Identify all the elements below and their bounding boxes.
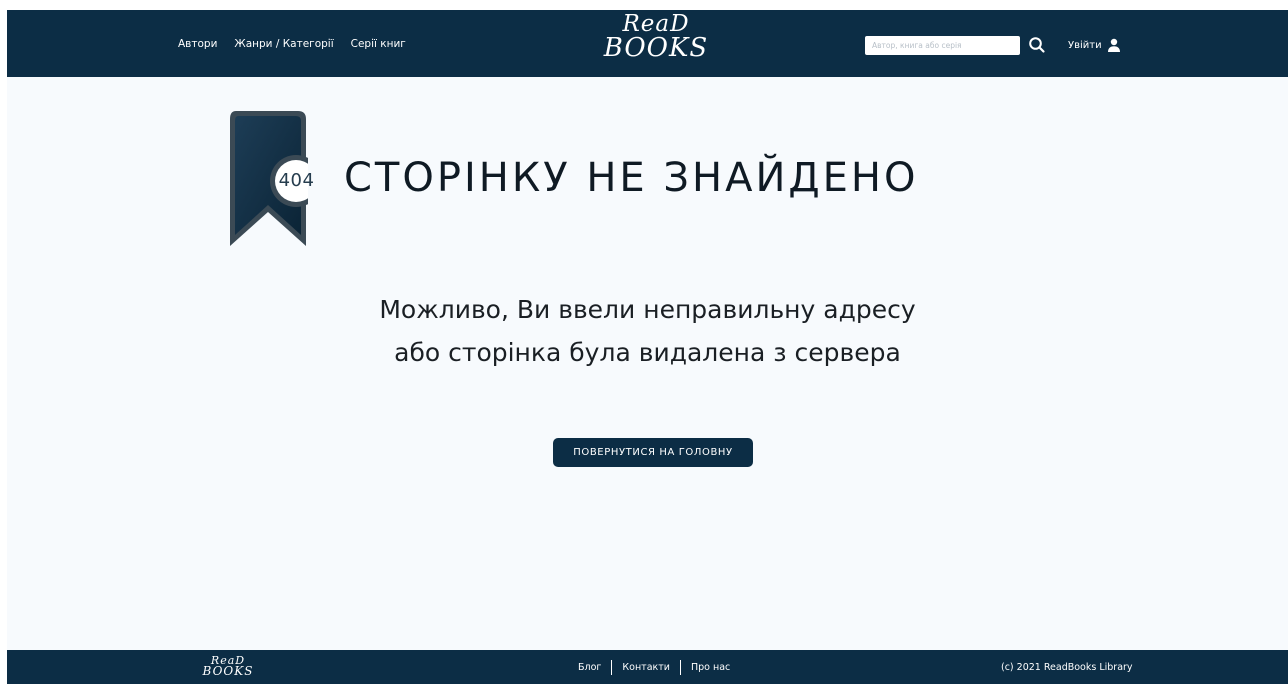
divider <box>611 659 613 675</box>
logo-line-2: BOOKS <box>603 32 709 63</box>
footer-link-blog[interactable]: Блог <box>578 662 601 673</box>
nav-link-authors[interactable]: Автори <box>178 38 217 50</box>
divider <box>679 659 681 675</box>
nav-link-series[interactable]: Серії книг <box>351 38 406 50</box>
user-icon <box>1107 38 1120 52</box>
back-to-home-button[interactable]: ПОВЕРНУТИСЯ НА ГОЛОВНУ <box>553 438 753 467</box>
copyright-text: (c) 2021 ReadBooks Library <box>1001 661 1133 673</box>
footer-links: Блог Контакти Про нас <box>578 650 730 684</box>
top-navbar: Автори Жанри / Категорії Серії книг ReaD… <box>7 10 1288 77</box>
footer-logo-line-2: BOOKS <box>202 664 254 679</box>
login-label: Увійти <box>1068 39 1102 51</box>
footer-logo[interactable]: ReaD BOOKS <box>202 655 254 679</box>
error-message-line-2: або сторінка була видалена з сервера <box>394 338 901 367</box>
main-nav: Автори Жанри / Категорії Серії книг <box>178 10 423 77</box>
search-input[interactable] <box>865 36 1020 55</box>
footer-link-contacts[interactable]: Контакти <box>622 662 670 673</box>
nav-link-genres[interactable]: Жанри / Категорії <box>234 38 333 50</box>
error-code-badge: 404 <box>278 170 315 191</box>
page-title: СТОРІНКУ НЕ ЗНАЙДЕНО <box>344 155 919 201</box>
login-button[interactable]: Увійти <box>1068 37 1121 53</box>
footer-link-about[interactable]: Про нас <box>691 662 730 673</box>
search-icon[interactable] <box>1028 36 1046 54</box>
page-frame: Автори Жанри / Категорії Серії книг ReaD… <box>7 10 1288 684</box>
footer: ReaD BOOKS Блог Контакти Про нас (c) 202… <box>7 650 1288 684</box>
site-logo[interactable]: ReaD BOOKS <box>593 13 719 63</box>
error-message-line-1: Можливо, Ви ввели неправильну адресу <box>379 295 916 324</box>
